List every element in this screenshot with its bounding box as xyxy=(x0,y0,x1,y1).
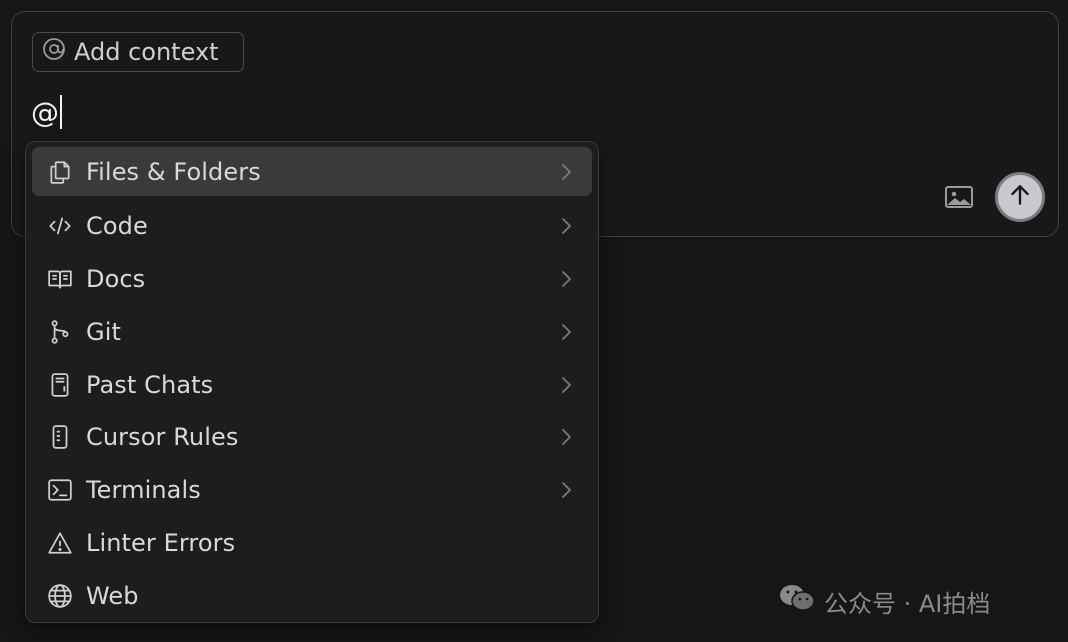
notebook-icon xyxy=(46,371,74,399)
chevron-right-icon xyxy=(560,217,572,235)
menu-item-files-folders[interactable]: Files & Folders xyxy=(32,147,592,196)
chevron-right-icon xyxy=(560,270,572,288)
prompt-input-value: @ xyxy=(31,95,59,129)
menu-item-web[interactable]: Web xyxy=(32,569,592,622)
prompt-input[interactable]: @ xyxy=(31,92,62,132)
chevron-right-icon xyxy=(560,428,572,446)
menu-item-label: Cursor Rules xyxy=(86,423,239,452)
image-icon xyxy=(944,186,974,214)
watermark: 公众号 · AI拍档 xyxy=(778,582,990,620)
warning-icon xyxy=(46,529,74,557)
menu-item-label: Code xyxy=(86,212,148,241)
menu-item-linter-errors[interactable]: Linter Errors xyxy=(32,517,592,570)
terminal-icon xyxy=(46,476,74,504)
menu-item-terminals[interactable]: Terminals xyxy=(32,464,592,517)
watermark-text: 公众号 · AI拍档 xyxy=(824,589,991,618)
menu-item-cursor-rules[interactable]: Cursor Rules xyxy=(32,411,592,464)
globe-icon xyxy=(46,582,74,610)
menu-item-label: Git xyxy=(86,317,121,346)
menu-item-label: Linter Errors xyxy=(86,528,236,557)
at-sign-icon xyxy=(42,37,66,67)
menu-item-docs[interactable]: Docs xyxy=(32,253,592,306)
menu-item-label: Past Chats xyxy=(86,370,214,399)
files-icon xyxy=(46,158,74,186)
rules-icon xyxy=(46,423,74,451)
context-menu: Files & Folders Code Docs Git Past Chats… xyxy=(25,141,599,623)
add-context-button[interactable]: Add context xyxy=(32,32,244,72)
arrow-up-icon xyxy=(1007,182,1033,212)
send-button[interactable] xyxy=(995,172,1045,222)
wechat-icon xyxy=(778,582,816,620)
chevron-right-icon xyxy=(560,481,572,499)
menu-item-code[interactable]: Code xyxy=(32,200,592,253)
code-icon xyxy=(46,212,74,240)
git-branch-icon xyxy=(46,318,74,346)
add-context-label: Add context xyxy=(74,38,219,66)
chevron-right-icon xyxy=(560,323,572,341)
text-caret xyxy=(60,95,62,129)
menu-item-git[interactable]: Git xyxy=(32,305,592,358)
menu-item-label: Docs xyxy=(86,264,146,293)
chevron-right-icon xyxy=(560,376,572,394)
menu-item-label: Web xyxy=(86,581,139,610)
menu-item-label: Files & Folders xyxy=(86,157,261,186)
image-upload-button[interactable] xyxy=(944,184,974,210)
menu-item-past-chats[interactable]: Past Chats xyxy=(32,358,592,411)
book-icon xyxy=(46,265,74,293)
menu-item-label: Terminals xyxy=(86,476,201,505)
chevron-right-icon xyxy=(560,163,572,181)
